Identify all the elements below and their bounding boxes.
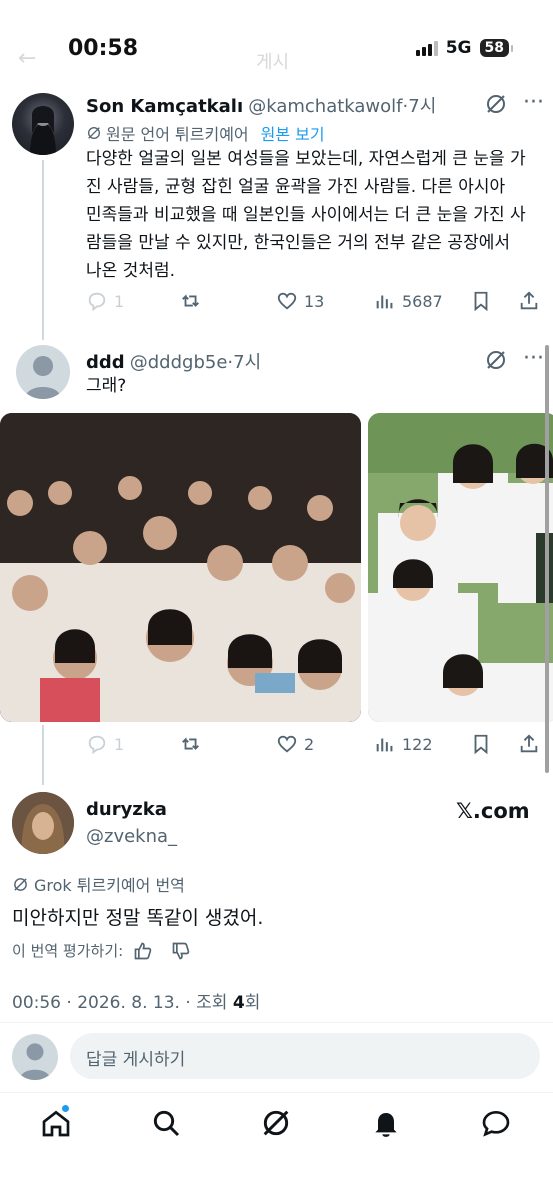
reply-icon (88, 292, 106, 312)
more-icon[interactable]: ··· (523, 90, 544, 115)
scrollbar[interactable] (545, 345, 549, 773)
meta-prefix: 00:56 · 2026. 8. 13. · 조회 (12, 993, 233, 1013)
thumbs-down-icon[interactable] (171, 941, 191, 961)
tweet2-time[interactable]: ·7시 (227, 352, 261, 373)
divider (0, 1022, 553, 1023)
views-count: 5687 (402, 291, 443, 311)
tweet1-name[interactable]: Son Kamçatkalı (86, 96, 243, 117)
avatar[interactable] (16, 345, 70, 399)
reply-icon (88, 735, 106, 755)
like-count: 13 (304, 291, 325, 311)
share-icon (520, 291, 538, 310)
quoted-text: 미안하지만 정말 똑같이 생겼어. (12, 907, 264, 929)
default-avatar-icon (19, 1043, 51, 1080)
share-button[interactable] (518, 290, 540, 312)
tweet2-header: ddd @dddgb5e·7시 (86, 348, 261, 374)
retweet-icon (182, 737, 199, 750)
thread-line (42, 160, 44, 340)
notifications-icon[interactable] (370, 1107, 402, 1139)
avatar-photo-icon (12, 792, 74, 854)
signal-icon (415, 40, 438, 56)
tweet2-photo-1[interactable] (0, 413, 361, 722)
tweet2-text: 그래? (86, 376, 127, 396)
grok-icon[interactable] (484, 348, 508, 376)
views-count: 122 (402, 734, 433, 754)
reply-button[interactable]: 1 (86, 290, 124, 312)
retweet-button[interactable] (180, 290, 202, 312)
thumbs-up-icon[interactable] (133, 941, 153, 961)
show-original-link[interactable]: 원본 보기 (261, 121, 325, 145)
meta-suffix: 회 (244, 993, 261, 1013)
tweet1-text: 다양한 얼굴의 일본 여성들을 보았는데, 자연스럽게 큰 눈을 가진 사람들,… (86, 149, 526, 281)
like-button[interactable]: 2 (276, 733, 314, 755)
bookmark-icon (474, 291, 488, 312)
search-icon[interactable] (150, 1107, 182, 1139)
like-count: 2 (304, 734, 315, 754)
source-label: 𝕏.com (456, 799, 530, 823)
views-icon (376, 738, 393, 752)
retweet-button[interactable] (180, 733, 202, 755)
rate-label: 이 번역 평가하기: (12, 942, 124, 960)
bottom-nav (0, 1092, 553, 1200)
tweet1-translation-row: 원문 언어 튀르키예어 원본 보기 (86, 121, 325, 145)
view-count: 4 (232, 993, 245, 1013)
grok-small-icon (14, 877, 27, 891)
notification-dot (62, 1105, 69, 1112)
group-photo-image (368, 413, 553, 722)
rate-translation-row: 이 번역 평가하기: (12, 940, 191, 961)
messages-icon[interactable] (480, 1107, 512, 1139)
tweet1-actions: 1 13 5687 (86, 290, 541, 318)
tweet-meta: 00:56 · 2026. 8. 13. · 조회 4회 (12, 988, 260, 1013)
quoted-translation-row: Grok 튀르키예어 번역 (12, 872, 185, 896)
grok-small-icon (88, 127, 100, 139)
default-avatar-icon (25, 356, 61, 399)
status-time: 00:58 (68, 36, 139, 61)
views-button[interactable]: 122 (374, 733, 433, 755)
faded-header-title: 게시 (256, 52, 290, 73)
bookmark-button[interactable] (470, 733, 492, 755)
status-indicators: 5G 58 (415, 38, 514, 58)
quoted-name[interactable]: duryzka (86, 799, 167, 820)
reply-button[interactable]: 1 (86, 733, 124, 755)
tweet1-header: Son Kamçatkalı @kamchatkawolf·7시 (86, 92, 436, 118)
thread-line (42, 725, 44, 785)
grok-icon[interactable] (260, 1107, 292, 1139)
like-button[interactable]: 13 (276, 290, 324, 312)
home-icon[interactable] (40, 1105, 72, 1139)
heart-icon (277, 292, 297, 310)
views-icon (376, 295, 393, 309)
more-icon[interactable]: ··· (523, 346, 544, 371)
share-icon (520, 734, 538, 753)
quoted-handle[interactable]: @zvekna_ (86, 826, 177, 847)
reply-count: 1 (114, 291, 125, 311)
avatar[interactable] (12, 93, 74, 155)
tweet2-name[interactable]: ddd (86, 352, 125, 373)
group-photo-image (0, 413, 361, 722)
translation-label: Grok 튀르키예어 번역 (34, 876, 185, 895)
avatar[interactable] (12, 792, 74, 854)
tweet2-photo-2[interactable] (368, 413, 553, 722)
bookmark-button[interactable] (470, 290, 492, 312)
reply-input[interactable]: 답글 게시하기 (70, 1033, 540, 1079)
tweet1-time[interactable]: ·7시 (403, 96, 437, 117)
retweet-icon (182, 294, 199, 307)
views-button[interactable]: 5687 (374, 290, 443, 312)
avatar[interactable] (12, 1034, 58, 1080)
tweet1-handle[interactable]: @kamchatkawolf (248, 96, 402, 117)
heart-icon (277, 735, 297, 753)
translation-note: 원문 언어 튀르키예어 (106, 125, 249, 144)
avatar-figure-icon (30, 106, 56, 155)
grok-icon[interactable] (484, 92, 508, 120)
share-button[interactable] (518, 733, 540, 755)
tweet2-handle[interactable]: @dddgb5e (130, 352, 228, 373)
reply-count: 1 (114, 734, 125, 754)
bookmark-icon (474, 734, 488, 755)
tweet2-actions: 1 2 122 (86, 733, 541, 761)
back-arrow-icon[interactable]: ← (18, 46, 36, 71)
battery-icon: 58 (479, 39, 514, 57)
network-label: 5G (445, 38, 472, 58)
